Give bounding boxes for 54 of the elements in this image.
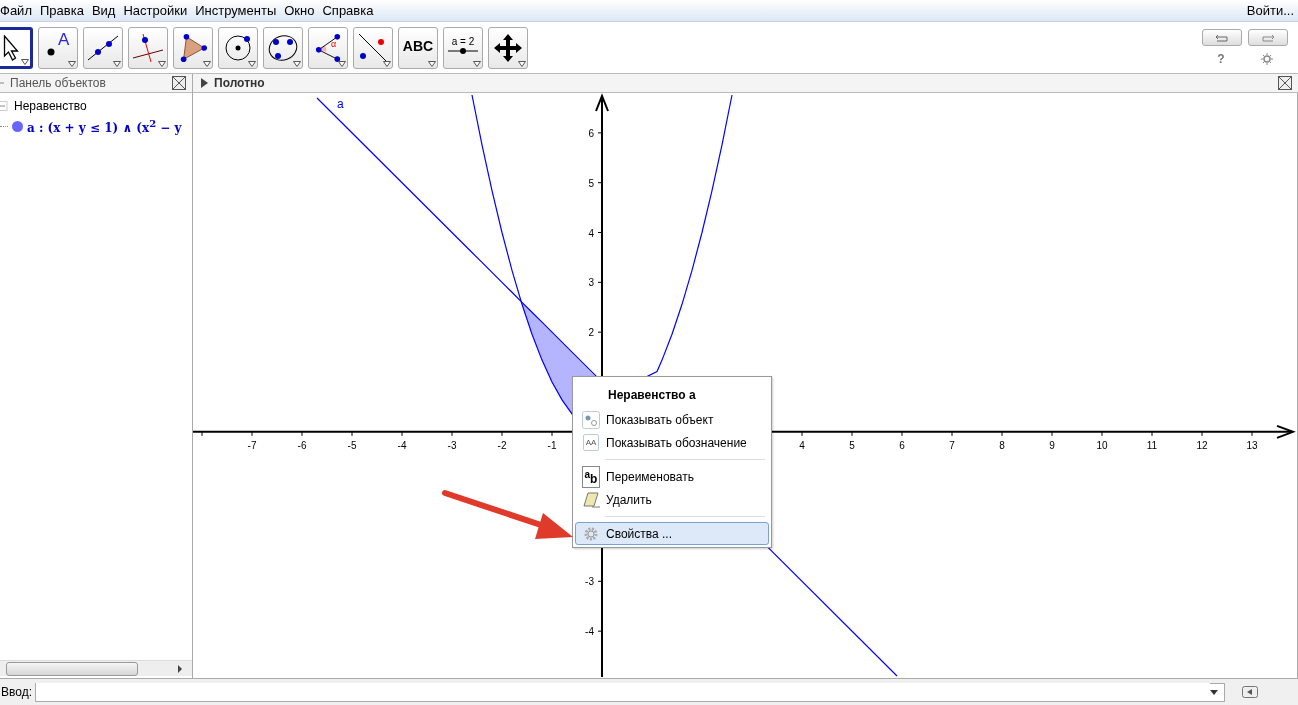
- menu-item[interactable]: Настройки: [119, 3, 192, 18]
- y-tick-label: 6: [588, 127, 594, 139]
- tool-button[interactable]: ABC: [398, 26, 438, 69]
- x-tick-label: -6: [297, 439, 307, 451]
- y-tick-label: -4: [585, 626, 594, 638]
- menu-item[interactable]: Справка: [318, 3, 378, 18]
- y-tick-label: 5: [588, 177, 594, 189]
- tool-button[interactable]: a = 2: [443, 26, 483, 69]
- x-tick-label: -2: [497, 439, 507, 451]
- x-tick-label: 6: [899, 439, 905, 451]
- input-label: Ввод:: [1, 685, 32, 699]
- help-button[interactable]: ?: [1217, 52, 1225, 66]
- menu-item[interactable]: Удалить: [575, 488, 769, 511]
- rename-icon: $^{a}$b: [581, 465, 601, 488]
- menu-item[interactable]: $^{a}$b Переименовать: [575, 465, 769, 488]
- x-tick-label: -1: [547, 439, 557, 451]
- x-tick-label: 13: [1246, 439, 1258, 451]
- panel-title: Панель объектов: [10, 76, 107, 90]
- x-tick-label: 4: [799, 439, 805, 451]
- y-tick-label: 2: [588, 327, 594, 339]
- tool-button[interactable]: A: [38, 26, 78, 69]
- y-tick-label: 3: [588, 277, 594, 289]
- point-label: A: [58, 30, 70, 49]
- x-tick-label: -7: [247, 439, 257, 451]
- menu-item[interactable]: Вид: [87, 3, 120, 18]
- y-tick-label: -3: [585, 576, 594, 588]
- login-link[interactable]: Войти...: [1242, 3, 1298, 18]
- menu-item[interactable]: Показывать объект: [575, 408, 769, 431]
- x-tick-label: 8: [999, 439, 1005, 451]
- x-tick-label: -3: [447, 439, 457, 451]
- angle-label: α: [331, 38, 337, 49]
- menu-item[interactable]: Свойства ...: [575, 522, 769, 545]
- panel-title: Полотно: [214, 76, 265, 90]
- x-tick-label: 5: [849, 439, 855, 451]
- object-definition[interactable]: a : (x + y ≤ 1) ∧ (x$^{2}$ − y: [27, 117, 182, 135]
- x-tick-label: 12: [1196, 439, 1208, 451]
- menu-item[interactable]: Инструменты: [191, 3, 281, 18]
- x-tick-label: 9: [1049, 439, 1055, 451]
- tool-button[interactable]: α: [308, 26, 348, 69]
- menu-item[interactable]: Окно: [280, 3, 319, 18]
- x-tick-label: 7: [949, 439, 955, 451]
- menu-item[interactable]: AA Показывать обозначение: [575, 431, 769, 454]
- group-label[interactable]: Неравенство: [14, 99, 87, 113]
- x-tick-label: 11: [1146, 439, 1158, 451]
- slider-label: a = 2: [451, 36, 475, 47]
- menu-item[interactable]: Файл: [0, 3, 36, 18]
- x-tick-label: 10: [1096, 439, 1108, 451]
- menu-title: Неравенство a: [607, 387, 697, 404]
- x-tick-label: -5: [347, 439, 357, 451]
- x-tick-label: -4: [397, 439, 407, 451]
- y-tick-label: 4: [588, 227, 594, 239]
- curve-label: a: [337, 96, 344, 111]
- label-icon: AA: [582, 434, 600, 451]
- menu-item[interactable]: Правка: [35, 3, 88, 18]
